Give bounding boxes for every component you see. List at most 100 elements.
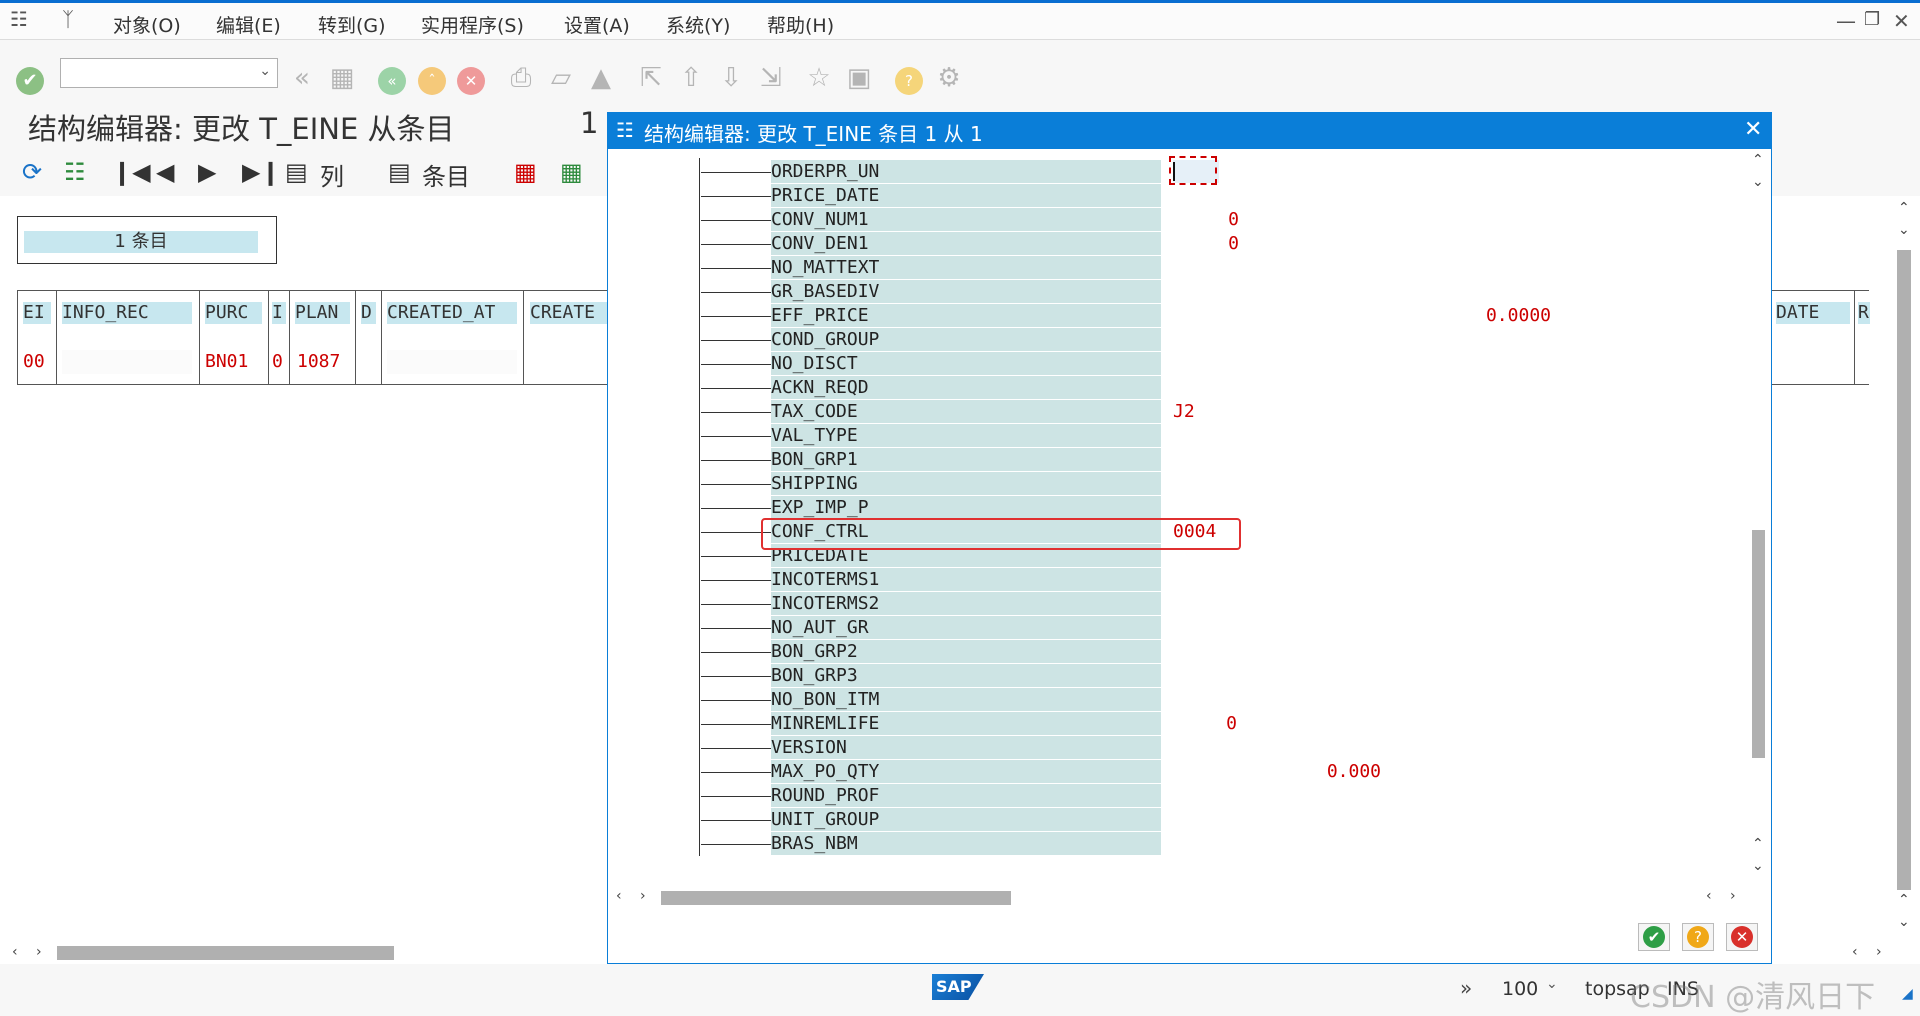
field-value-input[interactable] [1173, 424, 1303, 447]
scroll-down-icon[interactable]: ⌄ [1752, 858, 1764, 874]
field-value-input[interactable]: 0.0000 [1173, 304, 1561, 327]
menu-help[interactable]: 帮助(H) [767, 11, 834, 38]
scroll-down-icon[interactable]: ⌄ [1898, 914, 1910, 930]
scroll-left-icon[interactable]: ‹ [616, 888, 622, 904]
window-menu-icon[interactable]: ☷ [10, 7, 28, 31]
field-value-input[interactable] [1173, 328, 1225, 351]
field-value-input[interactable] [1173, 664, 1199, 687]
scroll-right-icon[interactable]: › [640, 888, 646, 904]
command-field[interactable]: ⌄ [60, 58, 278, 88]
scroll-right-icon[interactable]: › [1876, 944, 1882, 960]
column-header[interactable]: CREATED_AT [387, 302, 517, 324]
field-value-input[interactable] [1173, 832, 1381, 855]
cell-ei[interactable]: 00 [23, 350, 45, 374]
menu-object[interactable]: 对象(O) [113, 11, 181, 38]
restore-icon[interactable]: ❐ [1864, 9, 1880, 30]
column-header[interactable]: D [361, 302, 376, 324]
insert-row-icon[interactable]: ▦ [560, 158, 583, 186]
cancel-icon[interactable]: ✕ [455, 62, 487, 95]
column-header[interactable]: PURC [205, 302, 262, 324]
field-value-input[interactable] [1173, 784, 1225, 807]
field-value-input[interactable] [1173, 688, 1187, 711]
field-value-input[interactable] [1173, 280, 1187, 303]
column-header[interactable]: DATE [1776, 302, 1850, 324]
chevron-down-icon[interactable]: ⌄ [259, 63, 271, 79]
field-value-input[interactable] [1173, 448, 1199, 471]
dialog-hscrollbar[interactable]: ‹ › ‹ › [614, 888, 1744, 908]
field-value-input[interactable] [1173, 736, 1225, 759]
menu-system[interactable]: 系统(Y) [666, 11, 730, 38]
column-header[interactable]: CREATE [530, 302, 610, 324]
scroll-up-icon[interactable]: ⌃ [1752, 836, 1764, 852]
cell-info-rec[interactable] [62, 350, 192, 374]
shortcut-icon[interactable]: ▣ [843, 62, 875, 94]
column-header[interactable]: EI [23, 302, 51, 324]
entry-button[interactable]: 条目 [422, 157, 470, 192]
field-value-input[interactable] [1173, 496, 1277, 519]
menu-settings[interactable]: 设置(A) [564, 11, 630, 38]
zoom-level[interactable]: 100 [1502, 978, 1538, 1000]
customize-icon[interactable]: ᛉ [62, 7, 74, 31]
resize-grip-icon[interactable]: ◢ [1902, 986, 1913, 1002]
close-icon[interactable]: ✕ [1893, 9, 1910, 33]
help-button[interactable]: ? [1682, 923, 1714, 951]
first-entry-icon[interactable]: ❙◀ [112, 158, 151, 186]
scroll-up-icon[interactable]: ⌃ [1898, 892, 1910, 908]
zoom-dropdown-icon[interactable]: ⌄ [1546, 976, 1558, 992]
scroll-right-icon[interactable]: › [36, 944, 42, 960]
scroll-right-icon[interactable]: › [1730, 888, 1736, 904]
column-header[interactable]: PLAN [295, 302, 350, 324]
back-icon[interactable]: « [376, 62, 408, 95]
main-vscrollbar[interactable]: ⌃ ⌄ [1895, 200, 1915, 900]
settings-gear-icon[interactable]: ⚙ [933, 62, 965, 94]
scroll-down-icon[interactable]: ⌄ [1752, 174, 1764, 190]
field-value-input[interactable]: 0 [1173, 712, 1245, 735]
find-next-icon[interactable]: ▲ [585, 62, 617, 94]
cell-plant[interactable]: 1087 [297, 350, 340, 374]
cell-purc[interactable]: BN01 [205, 350, 248, 374]
find-icon[interactable]: ▱ [545, 62, 577, 94]
print-icon[interactable]: ⎙ [505, 62, 537, 94]
cell-i[interactable]: 0 [272, 350, 283, 374]
previous-page-icon[interactable]: ⇧ [675, 62, 707, 94]
scroll-thumb[interactable] [661, 891, 1011, 905]
confirm-button[interactable]: ✔ [1638, 923, 1670, 951]
menu-utilities[interactable]: 实用程序(S) [421, 11, 524, 38]
enter-icon[interactable]: ✔ [14, 62, 46, 95]
next-page-icon[interactable]: ⇩ [715, 62, 747, 94]
create-session-icon[interactable]: ☆ [803, 62, 835, 94]
scroll-thumb[interactable] [57, 946, 394, 960]
entry-icon[interactable]: ▤ [388, 158, 411, 186]
field-value-input[interactable]: 0.000 [1173, 760, 1393, 783]
expand-status-icon[interactable]: » [1460, 976, 1472, 1000]
help-icon[interactable]: ? [893, 62, 925, 95]
last-entry-icon[interactable]: ▶❙ [242, 158, 281, 186]
field-value-input[interactable] [1173, 376, 1187, 399]
scroll-thumb[interactable] [1752, 530, 1765, 758]
delete-row-icon[interactable]: ▦ [514, 158, 537, 186]
field-value-input[interactable] [1173, 352, 1187, 375]
minimize-icon[interactable]: — [1836, 9, 1856, 33]
scroll-thumb[interactable] [1897, 250, 1911, 890]
scroll-left-icon[interactable]: ‹ [1852, 944, 1858, 960]
column-header[interactable]: R [1858, 302, 1870, 324]
dialog-vscrollbar[interactable]: ⌃ ⌄ ⌃ ⌄ [1749, 152, 1769, 882]
cancel-button[interactable]: ✕ [1726, 923, 1758, 951]
field-value-input[interactable] [1173, 256, 1187, 279]
column-header[interactable]: INFO_REC [62, 302, 192, 324]
refresh-icon[interactable]: ⟳ [22, 158, 42, 186]
field-value-input[interactable] [1173, 568, 1213, 591]
scroll-down-icon[interactable]: ⌄ [1898, 222, 1910, 238]
field-value-input[interactable] [1173, 592, 1537, 615]
field-value-input[interactable]: 0 [1173, 208, 1269, 231]
back-double-icon[interactable]: « [286, 62, 318, 94]
next-entry-icon[interactable]: ▶ [198, 158, 216, 186]
last-page-icon[interactable]: ⇲ [755, 62, 787, 94]
previous-entry-icon[interactable]: ◀ [156, 158, 174, 186]
columns-icon[interactable]: ▤ [285, 158, 308, 186]
field-value-input[interactable] [1173, 640, 1199, 663]
field-value-input[interactable] [1173, 472, 1199, 495]
scroll-left-icon[interactable]: ‹ [1706, 888, 1712, 904]
field-value-input[interactable] [1173, 184, 1303, 207]
menu-goto[interactable]: 转到(G) [318, 11, 386, 38]
